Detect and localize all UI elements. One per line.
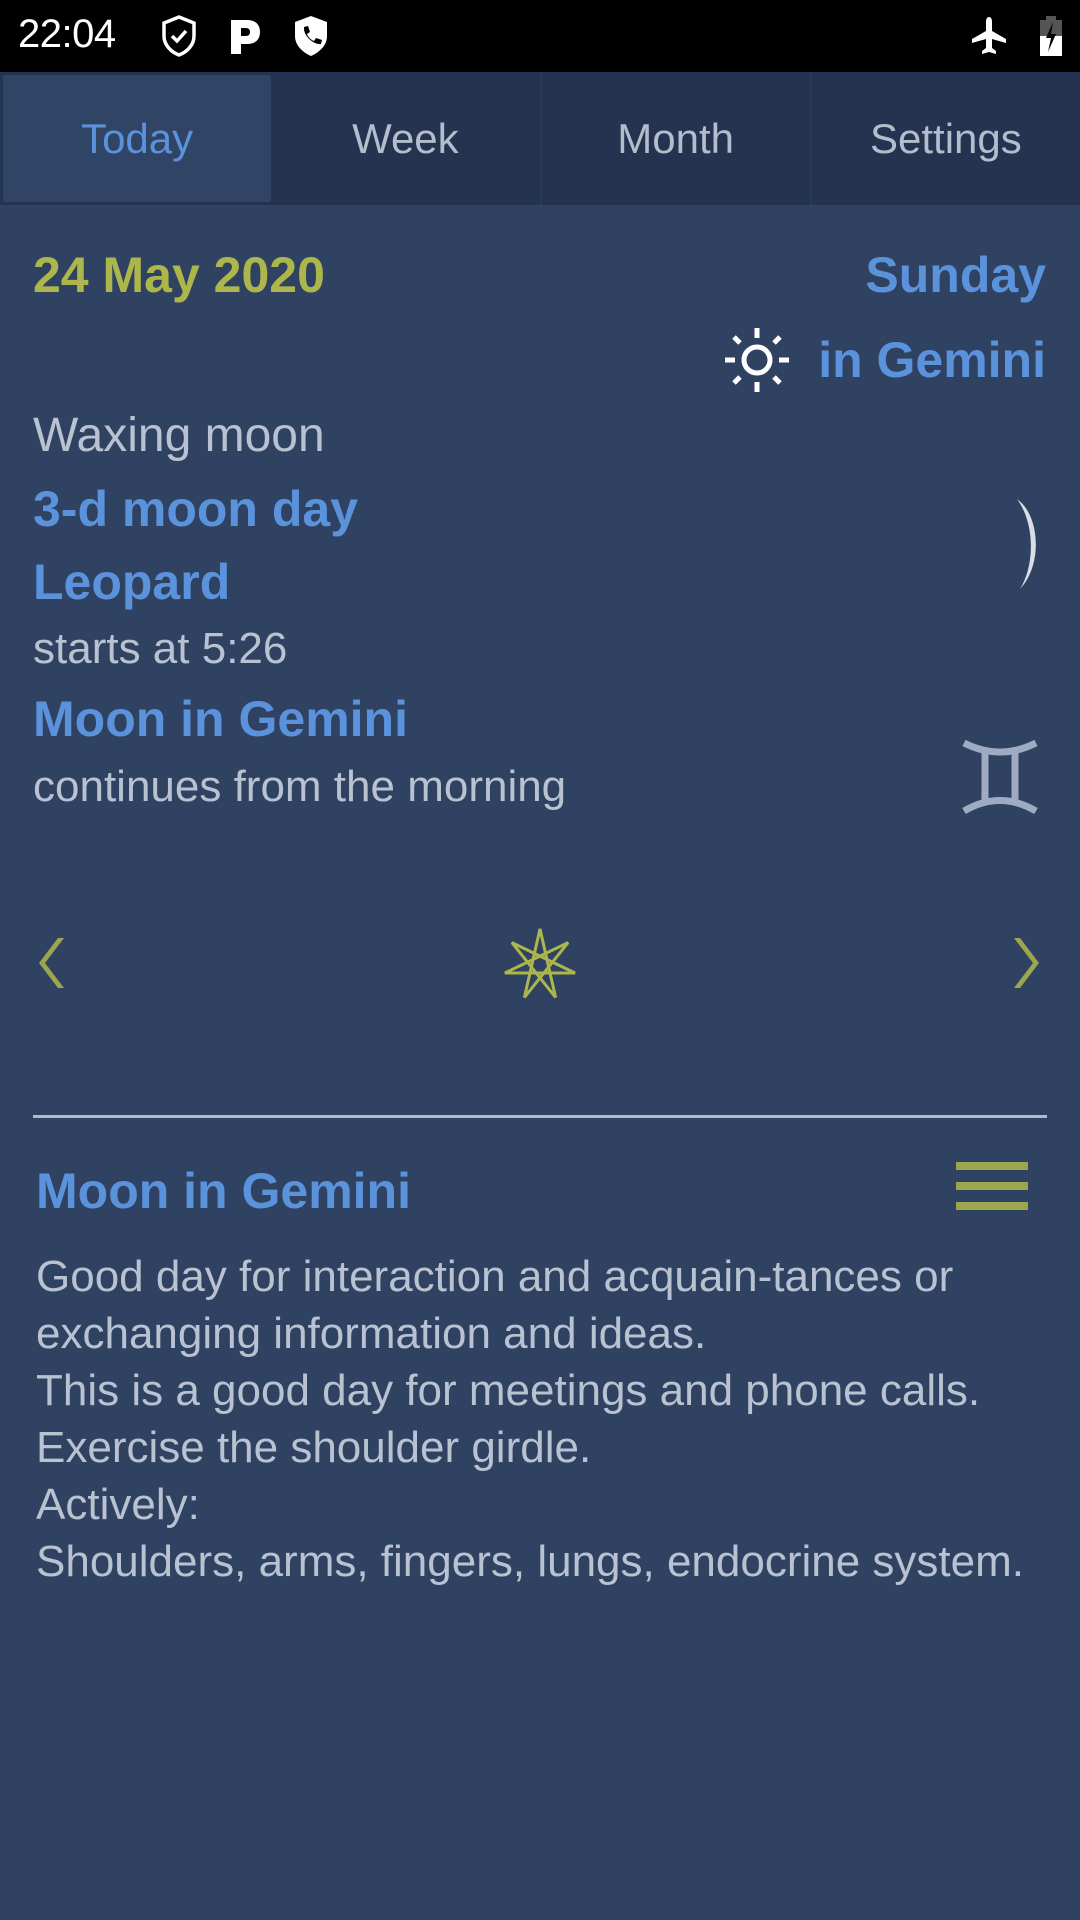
section-divider — [33, 1115, 1047, 1118]
sun-sign-row: in Gemini — [722, 328, 1046, 392]
airplane-mode-icon — [972, 17, 1006, 54]
crescent-moon-icon — [1017, 499, 1036, 589]
battery-charging-icon — [1040, 16, 1062, 56]
tab-settings[interactable]: Settings — [812, 72, 1080, 205]
moon-day-name: Leopard — [33, 554, 231, 610]
parking-icon — [231, 20, 260, 54]
sun-icon — [725, 328, 790, 392]
section-title: Moon in Gemini — [36, 1163, 411, 1219]
moon-day-start: starts at 5:26 — [33, 624, 288, 673]
tab-today[interactable]: Today — [3, 75, 272, 202]
menu-icon[interactable] — [955, 1162, 1029, 1214]
shield-check-icon — [162, 15, 196, 57]
gemini-zodiac-icon — [962, 739, 1038, 815]
heptagram-path — [504, 928, 576, 999]
moon-phase-label: Waxing moon — [33, 409, 325, 462]
tab-week[interactable]: Week — [271, 72, 542, 205]
status-bar: 22:04 — [0, 0, 1080, 72]
status-time: 22:04 — [18, 12, 116, 56]
date-label: 24 May 2020 — [33, 247, 325, 303]
description-paragraph: Good day for interaction and acquain-tan… — [36, 1252, 954, 1358]
moon-day-label: 3-d moon day — [33, 481, 359, 537]
sun-sign-label: in Gemini — [818, 332, 1046, 388]
phone-shield-icon — [295, 16, 327, 56]
description-paragraph: This is a good day for meetings and phon… — [36, 1366, 981, 1472]
moon-sign-label: Moon in Gemini — [33, 691, 408, 747]
weekday-label: Sunday — [865, 247, 1046, 303]
heptagram-star-icon[interactable] — [502, 925, 578, 1001]
chevron-left-icon[interactable] — [30, 935, 74, 991]
tab-bar: Today Week Month Settings — [0, 72, 1080, 205]
section-description: Good day for interaction and acquain-tan… — [36, 1248, 1046, 1590]
description-paragraph: Shoulders, arms, fingers, lungs, endocri… — [36, 1537, 1025, 1586]
chevron-right-icon[interactable] — [1004, 935, 1048, 991]
moon-sign-note: continues from the morning — [33, 762, 567, 811]
description-paragraph: Actively: — [36, 1480, 200, 1529]
tab-month[interactable]: Month — [542, 72, 812, 205]
